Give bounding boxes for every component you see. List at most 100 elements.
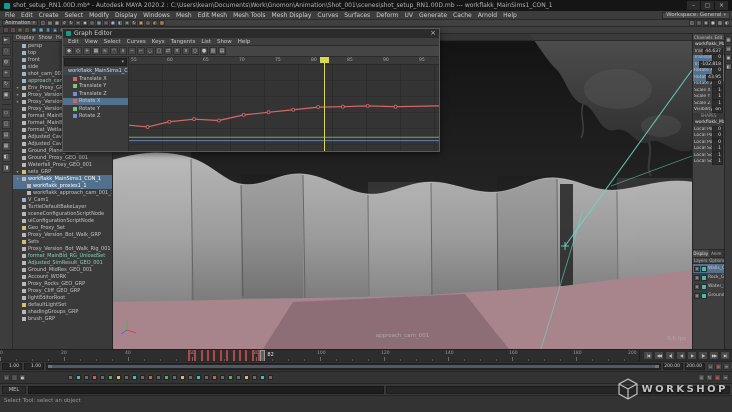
graph-editor-filter-field[interactable]: ▾ xyxy=(64,58,127,66)
playback-chip[interactable] xyxy=(156,375,161,380)
keyframe-point[interactable] xyxy=(145,125,150,129)
animation-start-time-field[interactable]: 1.00 xyxy=(2,363,22,370)
default-material-icon[interactable]: ● xyxy=(710,20,716,26)
layer-color-swatch[interactable] xyxy=(701,265,707,272)
outliner-item[interactable]: uiConfigurationScriptNode xyxy=(13,217,112,224)
ipr-render-icon[interactable]: ◐ xyxy=(152,20,159,26)
outliner-item[interactable]: defaultLightSet xyxy=(13,301,112,308)
move-tool-icon[interactable]: + xyxy=(1,69,11,78)
nurbs-cone-icon[interactable]: ▲ xyxy=(52,27,58,33)
select-by-object-icon[interactable]: ◆ xyxy=(82,20,89,26)
snap-to-point-icon[interactable]: ● xyxy=(110,20,117,26)
graph-channel-item[interactable]: Rotate X xyxy=(63,97,128,105)
menu-display[interactable]: Display xyxy=(112,12,140,19)
step-back-one-key-button[interactable]: ◀◀ xyxy=(654,351,664,360)
menu-select[interactable]: Select xyxy=(62,12,87,19)
exposure-icon[interactable]: ◐ xyxy=(724,20,730,26)
outliner-item[interactable]: Sets xyxy=(13,238,112,245)
outliner-item[interactable]: Geo_Proxy_Set xyxy=(13,224,112,231)
menu-file[interactable]: File xyxy=(2,12,18,19)
nurbs-square-icon[interactable]: □ xyxy=(10,27,16,33)
playback-chip[interactable] xyxy=(268,375,273,380)
paint-select-tool-icon[interactable]: ◍ xyxy=(1,58,11,67)
graph-editor-menu-tangents[interactable]: Tangents xyxy=(168,39,199,45)
playback-chip[interactable] xyxy=(188,375,193,380)
playback-chip[interactable] xyxy=(260,375,265,380)
layer-row[interactable]: V Ground_Geo_L xyxy=(693,291,724,300)
snap-to-view-plane-icon[interactable]: ◧ xyxy=(117,20,124,26)
animation-curves[interactable] xyxy=(129,65,439,151)
keyframe-point[interactable] xyxy=(167,119,172,124)
outliner-item[interactable]: Waterfall_Proxy_GEO_001 xyxy=(13,161,112,168)
menu-arnold[interactable]: Arnold xyxy=(475,12,500,19)
graph-channel-item[interactable]: Translate X xyxy=(63,75,128,83)
menu-set-selector[interactable]: Animation ▾ xyxy=(2,20,39,26)
lock-tangent-weight-icon[interactable]: ● xyxy=(200,47,208,55)
nurbs-cube-icon[interactable]: ■ xyxy=(38,27,44,33)
playback-chip[interactable] xyxy=(244,375,249,380)
tool-settings-tab-icon[interactable]: ▣ xyxy=(725,54,732,61)
keyframe-point[interactable] xyxy=(241,112,246,117)
channel-box-menu-channels[interactable]: Channels xyxy=(694,35,713,40)
menu-modify[interactable]: Modify xyxy=(86,12,112,19)
command-line-language-toggle[interactable]: MEL xyxy=(2,385,26,394)
animation-end-time-field[interactable]: 200.00 xyxy=(685,363,705,370)
playback-chip[interactable] xyxy=(196,375,201,380)
lasso-tool-icon[interactable]: ◌ xyxy=(1,47,11,56)
pencil-curve-icon[interactable]: ◌ xyxy=(24,27,30,33)
layer-menu-layers[interactable]: Layers xyxy=(694,258,707,263)
redo-icon[interactable]: ↻ xyxy=(68,20,75,26)
open-scene-icon[interactable]: ▤ xyxy=(47,20,54,26)
undo-icon[interactable]: ↺ xyxy=(61,20,68,26)
workspace-selector[interactable]: Workspace: General ▾ xyxy=(662,11,730,19)
graph-editor-canvas[interactable] xyxy=(129,65,439,151)
layer-visibility-toggle[interactable]: V xyxy=(694,283,700,290)
playback-chip[interactable] xyxy=(220,375,225,380)
single-pane-layout-icon[interactable]: ▭ xyxy=(1,109,11,118)
channel-box-menu-edit[interactable]: Edit xyxy=(715,35,723,40)
graph-channel-item[interactable]: Translate Z xyxy=(63,90,128,98)
select-by-hierarchy-icon[interactable]: ≡ xyxy=(75,20,82,26)
layer-color-swatch[interactable] xyxy=(701,283,707,290)
unify-tangents-icon[interactable]: ∨ xyxy=(182,47,190,55)
animation-preferences-button[interactable]: ≡ xyxy=(723,363,730,370)
outliner-item[interactable]: Account_WORK xyxy=(13,273,112,280)
two-pane-side-layout-icon[interactable]: ◫ xyxy=(1,120,11,129)
layer-menu-options[interactable]: Options xyxy=(709,258,724,263)
keyframe-point[interactable] xyxy=(365,103,370,108)
playback-chip[interactable] xyxy=(116,375,121,380)
nurbs-sphere-icon[interactable]: ● xyxy=(31,27,37,33)
graph-playhead-flag[interactable] xyxy=(320,57,330,63)
step-forward-one-frame-button[interactable]: |▶ xyxy=(698,351,708,360)
play-backwards-button[interactable]: ◀ xyxy=(676,351,686,360)
outliner-item[interactable]: Proxy_Cliff_GEO_GRP xyxy=(13,287,112,294)
go-to-end-button[interactable]: ▶| xyxy=(720,351,730,360)
layer-row[interactable]: V Water_Geo_L xyxy=(693,282,724,291)
four-pane-layout-icon[interactable]: ▦ xyxy=(1,142,11,151)
two-pane-stacked-layout-icon[interactable]: ▤ xyxy=(1,131,11,140)
time-snap-icon[interactable]: ▥ xyxy=(209,47,217,55)
maximize-button[interactable]: ▢ xyxy=(701,1,714,10)
outliner-item[interactable]: workflakk_approach_cam_001_1 xyxy=(13,189,112,196)
layer-tab-anim[interactable]: Anim xyxy=(708,250,724,257)
go-to-start-button[interactable]: |◀ xyxy=(643,351,653,360)
menu-cache[interactable]: Cache xyxy=(450,12,475,19)
make-live-icon[interactable]: ◈ xyxy=(124,20,131,26)
minimize-button[interactable]: – xyxy=(687,1,700,10)
keyframe-point[interactable] xyxy=(217,118,221,123)
outliner-item[interactable]: sceneConfigurationScriptNode xyxy=(13,210,112,217)
menu-help[interactable]: Help xyxy=(500,12,520,19)
playback-chip[interactable] xyxy=(132,375,137,380)
menu-mesh-display[interactable]: Mesh Display xyxy=(269,12,315,19)
channel-box-tab-icon[interactable]: ▦ xyxy=(725,36,732,43)
move-nearest-picked-key-icon[interactable]: ◆ xyxy=(65,47,73,55)
playback-chip[interactable] xyxy=(92,375,97,380)
add-keys-icon[interactable]: + xyxy=(83,47,91,55)
range-slider[interactable] xyxy=(46,363,661,370)
playback-start-time-field[interactable]: 1.00 xyxy=(24,363,44,370)
xray-icon[interactable]: ◇ xyxy=(696,20,702,26)
menu-mesh-tools[interactable]: Mesh Tools xyxy=(230,12,268,19)
outliner-item[interactable]: ▾ workflakk_MainSims1_CON_1 xyxy=(13,175,112,182)
construction-history-icon[interactable]: ↻ xyxy=(131,20,138,26)
solo-anim-layer-icon[interactable]: ● xyxy=(19,374,26,381)
